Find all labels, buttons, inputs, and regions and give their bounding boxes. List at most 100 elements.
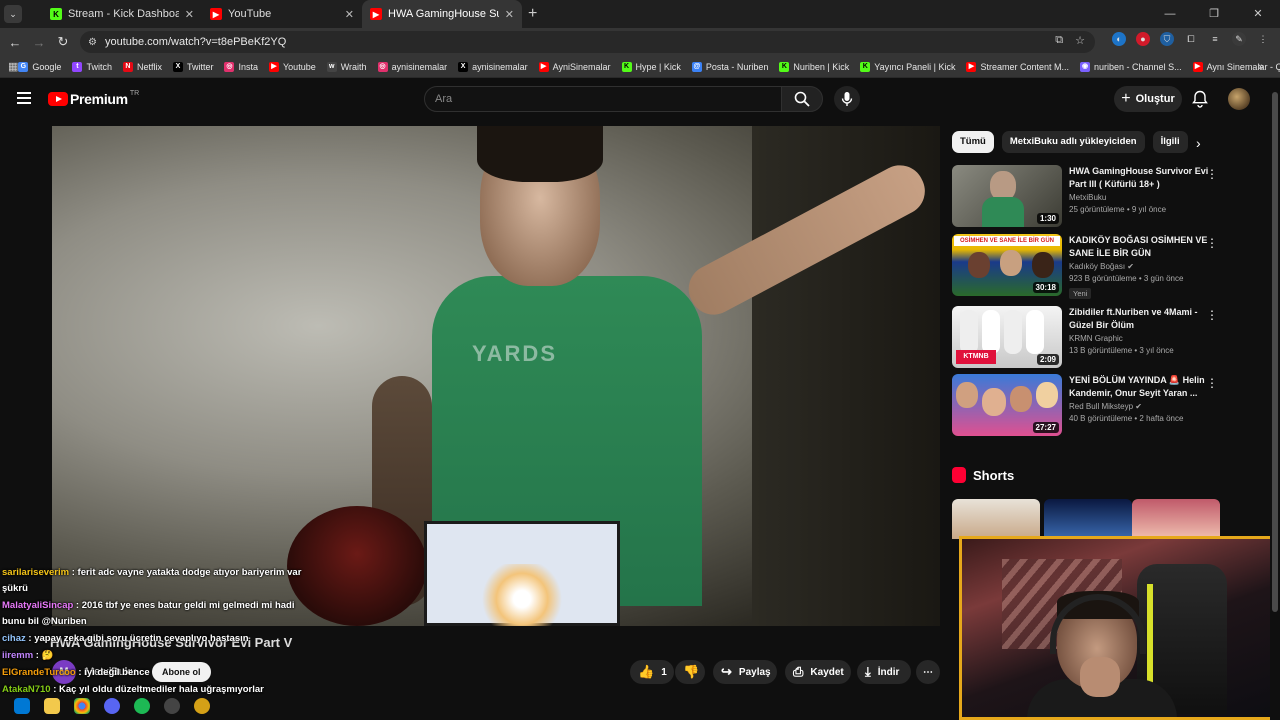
- chip-from-uploader[interactable]: MetxiBuku adlı yükleyiciden: [1001, 131, 1145, 153]
- puzzle-icon[interactable]: ⧠: [1184, 32, 1198, 46]
- chrome-icon[interactable]: [74, 698, 90, 714]
- recommended-video[interactable]: KTMNB 2:09 Zibidiler ft.Nuriben ve 4Mami…: [952, 306, 1222, 370]
- video-title[interactable]: YENİ BÖLÜM YAYINDA 🚨 Helin Kandemir, Onu…: [1069, 374, 1209, 400]
- more-vertical-icon[interactable]: ⋮: [1206, 376, 1218, 390]
- forward-icon[interactable]: →: [27, 35, 51, 50]
- download-button[interactable]: ⤓ İndir: [857, 660, 911, 684]
- cast-icon[interactable]: ⧉: [1055, 34, 1063, 47]
- video-title[interactable]: KADIKÖY BOĞASI OSİMHEN VE SANE İLE BİR G…: [1069, 234, 1209, 260]
- search-input[interactable]: Ara: [424, 86, 782, 112]
- recommended-video[interactable]: 1:30 HWA GamingHouse Survivor Evi Part I…: [952, 165, 1222, 229]
- like-button[interactable]: 👍 1: [630, 660, 674, 684]
- chevron-right-icon[interactable]: ›: [1196, 135, 1201, 151]
- short-thumbnail[interactable]: [1132, 499, 1220, 539]
- media-control-icon[interactable]: ≡: [1208, 32, 1222, 46]
- video-player[interactable]: YARDS: [52, 126, 940, 626]
- search-button[interactable]: [781, 86, 823, 112]
- reload-icon[interactable]: ↻: [51, 34, 75, 50]
- omnibox[interactable]: ⚙ youtube.com/watch?v=t8ePBeKf2YQ ⧉ ☆: [80, 31, 1095, 53]
- bookmark-item[interactable]: ◎ Insta: [224, 61, 258, 72]
- create-button[interactable]: + Oluştur: [1114, 86, 1182, 112]
- tab-youtube[interactable]: ▶ YouTube ✕: [202, 0, 362, 28]
- bookmark-item[interactable]: X Twitter: [172, 61, 213, 72]
- bookmark-item[interactable]: ▶ Streamer Content M...: [966, 61, 1069, 72]
- chip-related[interactable]: İlgili: [1152, 131, 1188, 153]
- chat-username: ElGrandeTurcoo: [2, 667, 76, 678]
- short-thumbnail[interactable]: [952, 499, 1040, 539]
- short-thumbnail[interactable]: [1044, 499, 1132, 539]
- tab-search-button[interactable]: ⌄: [4, 5, 22, 23]
- twitch-icon: t: [72, 61, 83, 72]
- bookmark-label: nuriben - Channel S...: [1094, 61, 1182, 72]
- site-info-icon[interactable]: ⚙: [88, 37, 97, 48]
- hamburger-menu-icon[interactable]: [17, 92, 31, 104]
- tab-hwa-video[interactable]: ▶ HWA GamingHouse Survivor Evi ✕: [362, 0, 522, 28]
- more-actions-button[interactable]: ⋯: [916, 660, 940, 684]
- spotify-icon[interactable]: [134, 698, 150, 714]
- chip-all[interactable]: Tümü: [952, 131, 994, 153]
- close-tab-icon[interactable]: ✕: [505, 8, 514, 21]
- more-vertical-icon[interactable]: ⋮: [1206, 167, 1218, 181]
- bookmark-item[interactable]: G Google: [18, 61, 61, 72]
- maximize-icon[interactable]: ❐: [1192, 0, 1236, 28]
- more-vertical-icon[interactable]: ⋮: [1206, 236, 1218, 250]
- bookmark-item[interactable]: ◉ nuriben - Channel S...: [1080, 61, 1182, 72]
- bookmark-star-icon[interactable]: ☆: [1075, 34, 1085, 47]
- menu-dots-icon[interactable]: ⋮: [1256, 32, 1270, 46]
- back-icon[interactable]: ←: [3, 35, 27, 50]
- search-icon: [794, 91, 810, 107]
- share-button[interactable]: ↪ Paylaş: [713, 660, 777, 684]
- bookmark-item[interactable]: @ Posta - Nuriben: [691, 61, 768, 72]
- extension-icon[interactable]: ◐: [1112, 32, 1126, 46]
- minimize-icon[interactable]: —: [1148, 0, 1192, 28]
- more-bookmarks-icon[interactable]: »: [1258, 61, 1264, 73]
- video-thumbnail[interactable]: OSİMHEN VE SANE İLE BİR GÜN 30:18: [952, 234, 1062, 296]
- file-explorer-icon[interactable]: [44, 698, 60, 714]
- apps-grid-icon[interactable]: ▦: [8, 60, 18, 73]
- youtube-premium-logo[interactable]: Premium TR: [48, 90, 139, 107]
- extension-icon[interactable]: ●: [1136, 32, 1150, 46]
- bookmark-item[interactable]: ◎ aynisinemalar: [377, 61, 447, 72]
- bookmark-item[interactable]: w Wraith: [326, 61, 367, 72]
- bookmark-item[interactable]: ▶ AyniSinemalar: [538, 61, 611, 72]
- app-icon[interactable]: [164, 698, 180, 714]
- video-thumbnail[interactable]: 1:30: [952, 165, 1062, 227]
- shield-icon[interactable]: ⛉: [1160, 32, 1174, 46]
- bookmark-item[interactable]: ▶Aynı Sinemalar - Ça...: [1192, 61, 1280, 72]
- recommended-video[interactable]: OSİMHEN VE SANE İLE BİR GÜN 30:18 KADIKÖ…: [952, 234, 1222, 299]
- new-tab-button[interactable]: +: [528, 5, 537, 23]
- save-button[interactable]: ⎙ Kaydet: [785, 660, 851, 684]
- close-tab-icon[interactable]: ✕: [185, 8, 194, 21]
- user-avatar[interactable]: [1228, 88, 1250, 110]
- close-window-icon[interactable]: ✕: [1236, 0, 1280, 28]
- bookmark-item[interactable]: Xaynisinemalar: [458, 61, 528, 72]
- close-tab-icon[interactable]: ✕: [345, 8, 354, 21]
- video-title[interactable]: Zibidiler ft.Nuriben ve 4Mami - Güzel Bi…: [1069, 306, 1209, 332]
- bookmark-item[interactable]: K Yayıncı Paneli | Kick: [860, 61, 955, 72]
- dislike-button[interactable]: 👎: [675, 660, 705, 684]
- video-frame: [287, 506, 427, 626]
- channel-name[interactable]: Red Bull Miksteyp ✔: [1069, 402, 1209, 411]
- bookmark-item[interactable]: K Hype | Kick: [621, 61, 681, 72]
- discord-icon[interactable]: [104, 698, 120, 714]
- page-scrollbar[interactable]: [1270, 80, 1280, 720]
- channel-name[interactable]: MetxiBuku: [1069, 193, 1209, 202]
- video-thumbnail[interactable]: 27:27: [952, 374, 1062, 436]
- video-title[interactable]: HWA GamingHouse Survivor Evi Part III ( …: [1069, 165, 1209, 191]
- video-thumbnail[interactable]: KTMNB 2:09: [952, 306, 1062, 368]
- channel-name[interactable]: Kadıköy Boğası ✔: [1069, 262, 1209, 271]
- voice-search-button[interactable]: [834, 86, 860, 112]
- bookmark-item[interactable]: t Twitch: [72, 61, 112, 72]
- bookmark-item[interactable]: ▶ Youtube: [269, 61, 316, 72]
- profile-icon[interactable]: ✎: [1232, 32, 1246, 46]
- scrollbar-thumb[interactable]: [1272, 92, 1278, 612]
- more-vertical-icon[interactable]: ⋮: [1206, 308, 1218, 322]
- bookmark-item[interactable]: N Netflix: [122, 61, 162, 72]
- notifications-bell-icon[interactable]: [1192, 90, 1208, 108]
- app-icon[interactable]: [194, 698, 210, 714]
- tab-kick-dashboard[interactable]: K Stream - Kick Dashboard ✕: [42, 0, 202, 28]
- bookmark-item[interactable]: K Nuriben | Kick: [779, 61, 849, 72]
- windows-start-icon[interactable]: [14, 698, 30, 714]
- channel-name[interactable]: KRMN Graphic: [1069, 334, 1209, 343]
- recommended-video[interactable]: 27:27 YENİ BÖLÜM YAYINDA 🚨 Helin Kandemi…: [952, 374, 1222, 438]
